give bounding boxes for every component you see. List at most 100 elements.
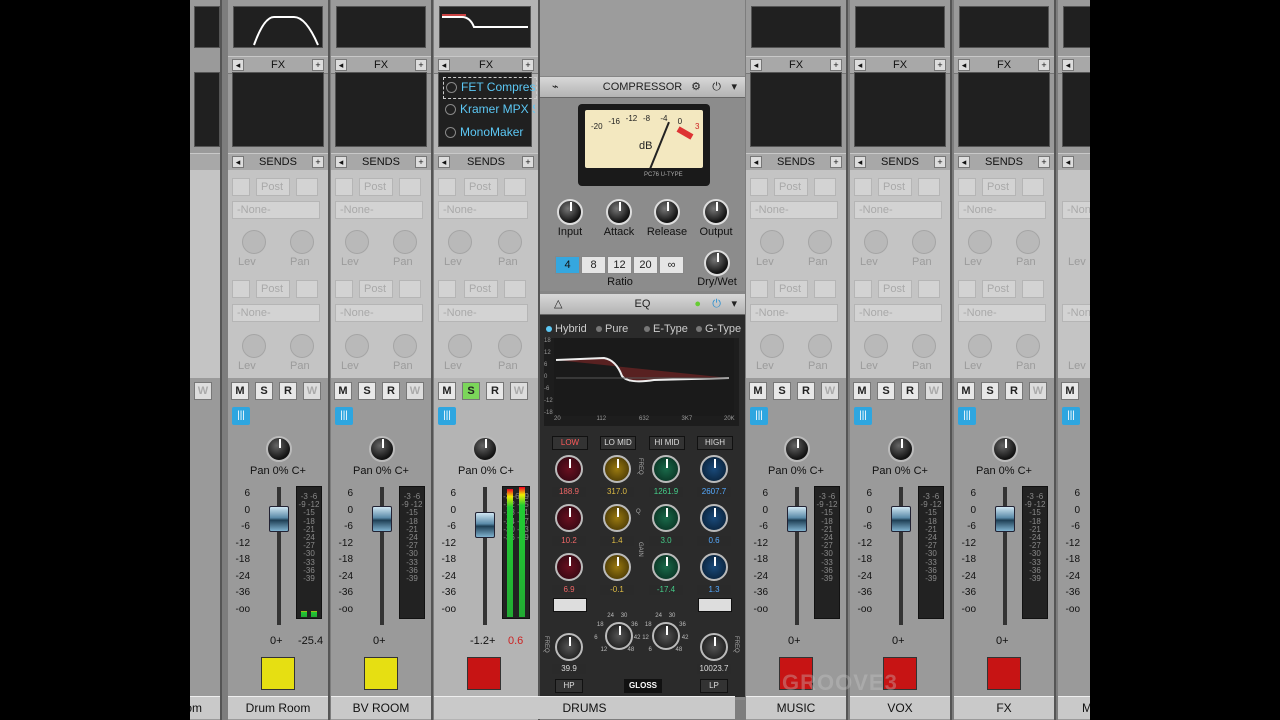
send-pan-knob[interactable]: [393, 230, 417, 254]
mute-button[interactable]: M: [957, 382, 975, 400]
send-level-knob[interactable]: [864, 230, 888, 254]
write-button[interactable]: W: [1029, 382, 1047, 400]
compressor-power-icon[interactable]: ⏻: [712, 77, 721, 97]
eq-band-hi-mid[interactable]: HI MID: [649, 436, 685, 450]
mute-button[interactable]: M: [1061, 382, 1079, 400]
compressor-menu-icon[interactable]: ▾: [731, 77, 737, 97]
send-destination-select[interactable]: -None-: [438, 201, 528, 219]
send-destination-select[interactable]: -None-: [232, 304, 320, 322]
write-button[interactable]: W: [194, 382, 212, 400]
send-power-button[interactable]: [918, 178, 940, 196]
monitor-icon[interactable]: |||: [854, 407, 872, 425]
eq-mode-pure[interactable]: Pure: [596, 323, 628, 335]
send-enable[interactable]: [958, 178, 976, 196]
eq-band-low[interactable]: LOW: [552, 436, 588, 450]
send-power-button[interactable]: [918, 280, 940, 298]
channel-name[interactable]: Drum Room: [228, 696, 328, 719]
fx-collapse-button[interactable]: ◂: [232, 59, 244, 71]
monitor-icon[interactable]: |||: [1062, 407, 1080, 425]
record-button[interactable]: R: [1005, 382, 1023, 400]
post-button[interactable]: Post: [982, 280, 1016, 298]
hi-mid-freq-knob[interactable]: [652, 455, 680, 483]
gloss-button[interactable]: GLOSS: [624, 679, 662, 693]
lp-button[interactable]: LP: [700, 679, 728, 693]
fx-item-monomaker[interactable]: MonoMaker: [443, 123, 535, 143]
send-pan-knob[interactable]: [808, 230, 832, 254]
post-button[interactable]: Post: [256, 280, 290, 298]
attack-knob[interactable]: [606, 199, 632, 225]
send-enable[interactable]: [335, 178, 353, 196]
release-knob[interactable]: [654, 199, 680, 225]
write-button[interactable]: W: [510, 382, 528, 400]
compressor-settings-icon[interactable]: ⚙: [691, 77, 701, 97]
solo-button[interactable]: S: [358, 382, 376, 400]
send-enable[interactable]: [750, 178, 768, 196]
hp-filter-knob[interactable]: [555, 633, 583, 661]
high-gain-knob[interactable]: [700, 553, 728, 581]
channel-color[interactable]: [987, 657, 1021, 690]
solo-button[interactable]: S: [981, 382, 999, 400]
send-pan-knob[interactable]: [290, 230, 314, 254]
post-button[interactable]: Post: [359, 280, 393, 298]
send-enable[interactable]: [232, 280, 250, 298]
ratio-12-button[interactable]: 12: [607, 256, 632, 274]
record-button[interactable]: R: [279, 382, 297, 400]
high-shelf-toggle[interactable]: [698, 598, 732, 612]
sends-add-button[interactable]: +: [415, 156, 427, 168]
send-level-knob[interactable]: [968, 230, 992, 254]
channel-name[interactable]: M: [1058, 696, 1090, 719]
sends-add-button[interactable]: +: [830, 156, 842, 168]
fx-collapse-button[interactable]: ◂: [1062, 59, 1074, 71]
fx-slot[interactable]: [232, 72, 324, 147]
channel-name[interactable]: MUSIC: [746, 696, 846, 719]
post-button[interactable]: Post: [774, 178, 808, 196]
send-pan-knob[interactable]: [912, 334, 936, 358]
send-enable[interactable]: [335, 280, 353, 298]
high-freq-knob[interactable]: [700, 455, 728, 483]
send-power-button[interactable]: [1022, 280, 1044, 298]
fx-item-fet-compressor[interactable]: FET Compress: [443, 77, 537, 99]
post-button[interactable]: Post: [464, 178, 498, 196]
fx-slot[interactable]: [958, 72, 1050, 147]
fx-item-kramer-mpx[interactable]: Kramer MPX S: [443, 100, 535, 120]
write-button[interactable]: W: [406, 382, 424, 400]
sends-add-button[interactable]: +: [522, 156, 534, 168]
send-enable[interactable]: [854, 178, 872, 196]
mute-button[interactable]: M: [231, 382, 249, 400]
send-destination-select[interactable]: -None-: [750, 201, 838, 219]
sends-add-button[interactable]: +: [312, 156, 324, 168]
send-level-knob[interactable]: [242, 230, 266, 254]
pan-knob[interactable]: [369, 436, 395, 462]
sends-add-button[interactable]: +: [934, 156, 946, 168]
eq-mode-e-type[interactable]: E-Type: [644, 323, 688, 335]
sends-collapse-button[interactable]: ◂: [750, 156, 762, 168]
send-destination-select[interactable]: -None-: [1062, 304, 1090, 322]
monitor-icon[interactable]: |||: [750, 407, 768, 425]
send-destination-select[interactable]: -None-: [438, 304, 528, 322]
fx-slot[interactable]: [194, 72, 220, 147]
send-level-knob[interactable]: [242, 334, 266, 358]
eq-menu-icon[interactable]: ▾: [731, 294, 737, 314]
send-level-knob[interactable]: [448, 230, 472, 254]
high-q-knob[interactable]: [700, 504, 728, 532]
send-power-button[interactable]: [504, 280, 526, 298]
send-level-knob[interactable]: [448, 334, 472, 358]
hi-mid-q-knob[interactable]: [652, 504, 680, 532]
write-button[interactable]: W: [303, 382, 321, 400]
pan-knob[interactable]: [472, 436, 498, 462]
eq-curve-display[interactable]: 18 12 6 0 -6 -12 -18 20 112 632 3K7 20K: [544, 338, 739, 426]
fx-collapse-button[interactable]: ◂: [438, 59, 450, 71]
pan-knob[interactable]: [784, 436, 810, 462]
record-button[interactable]: R: [901, 382, 919, 400]
eq-power-icon[interactable]: ⏻: [712, 294, 721, 314]
send-level-knob[interactable]: [968, 334, 992, 358]
eq-mode-hybrid[interactable]: Hybrid: [546, 323, 587, 335]
power-icon[interactable]: [446, 82, 457, 94]
fx-add-button[interactable]: +: [830, 59, 842, 71]
sends-collapse-button[interactable]: ◂: [335, 156, 347, 168]
channel-color[interactable]: [467, 657, 501, 690]
solo-button[interactable]: S: [462, 382, 480, 400]
monitor-icon[interactable]: |||: [438, 407, 456, 425]
fx-add-button[interactable]: +: [934, 59, 946, 71]
channel-color[interactable]: [261, 657, 295, 690]
